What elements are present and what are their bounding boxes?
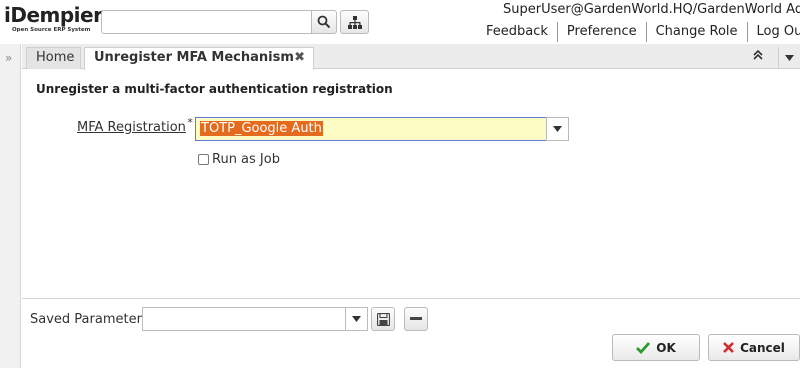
global-search-input[interactable] (101, 10, 312, 34)
tab-active-label: Unregister MFA Mechanism (94, 50, 294, 65)
delete-parameters-button[interactable] (404, 307, 428, 331)
tab-bar: Home Unregister MFA Mechanism ✖ (22, 44, 800, 70)
mfa-registration-value: TOTP_Google Auth (200, 121, 323, 136)
run-as-job-checkbox[interactable] (198, 154, 209, 165)
tab-home[interactable]: Home (26, 47, 81, 69)
minus-icon (410, 317, 422, 320)
required-marker: * (187, 116, 193, 129)
logo[interactable]: iDempiere Open Source ERP System (4, 3, 116, 37)
double-chevron-right-icon[interactable]: » (5, 51, 12, 65)
chevron-down-icon (352, 316, 361, 322)
x-icon (723, 342, 735, 353)
process-footer: Saved Parameters OK Cancel (22, 298, 800, 368)
run-as-job-option[interactable]: Run as Job (198, 152, 280, 167)
check-icon (636, 341, 651, 354)
close-icon[interactable]: ✖ (294, 48, 305, 68)
change-role-link[interactable]: Change Role (645, 22, 747, 42)
preference-link[interactable]: Preference (556, 22, 646, 42)
west-panel-collapsed: » (0, 44, 21, 368)
tab-list-dropdown[interactable] (778, 47, 800, 68)
tree-icon (347, 15, 362, 29)
logo-text: iDempiere (4, 3, 116, 27)
feedback-link[interactable]: Feedback (486, 22, 557, 42)
process-description: Unregister a multi-factor authentication… (36, 82, 393, 96)
app-header: iDempiere Open Source ERP System SuperUs… (0, 0, 800, 44)
mfa-registration-combobox[interactable]: TOTP_Google Auth (195, 117, 569, 141)
ok-label: OK (656, 340, 676, 355)
mfa-registration-label[interactable]: MFA Registration * (77, 116, 193, 135)
run-as-job-label: Run as Job (212, 152, 280, 167)
chevron-down-icon (553, 126, 562, 132)
menu-tree-button[interactable] (340, 10, 369, 34)
mfa-registration-label-text: MFA Registration (77, 120, 186, 135)
logout-link[interactable]: Log Out (746, 22, 800, 42)
cancel-label: Cancel (740, 340, 785, 355)
save-parameters-button[interactable] (371, 307, 395, 331)
search-button[interactable] (311, 10, 337, 34)
header-links: Feedback Preference Change Role Log Out (486, 22, 800, 42)
tab-unregister-mfa[interactable]: Unregister MFA Mechanism ✖ (84, 47, 314, 70)
search-icon (317, 15, 331, 29)
tab-home-label: Home (36, 50, 75, 65)
chevron-down-icon (785, 54, 794, 61)
logo-tagline: Open Source ERP System (12, 27, 91, 33)
saved-parameters-combobox[interactable] (142, 307, 390, 331)
ok-button[interactable]: OK (612, 334, 700, 361)
saved-parameters-label: Saved Parameters (30, 312, 149, 327)
saved-parameters-dropdown-button[interactable] (345, 307, 368, 331)
double-chevron-up-icon[interactable] (753, 49, 763, 63)
mfa-registration-input[interactable]: TOTP_Google Auth (195, 117, 547, 141)
user-info[interactable]: SuperUser@GardenWorld.HQ/GardenWorld Adm… (503, 0, 800, 20)
floppy-disk-icon (376, 312, 390, 326)
cancel-button[interactable]: Cancel (708, 334, 800, 361)
saved-parameters-input[interactable] (142, 307, 346, 331)
mfa-registration-dropdown-button[interactable] (546, 117, 569, 141)
